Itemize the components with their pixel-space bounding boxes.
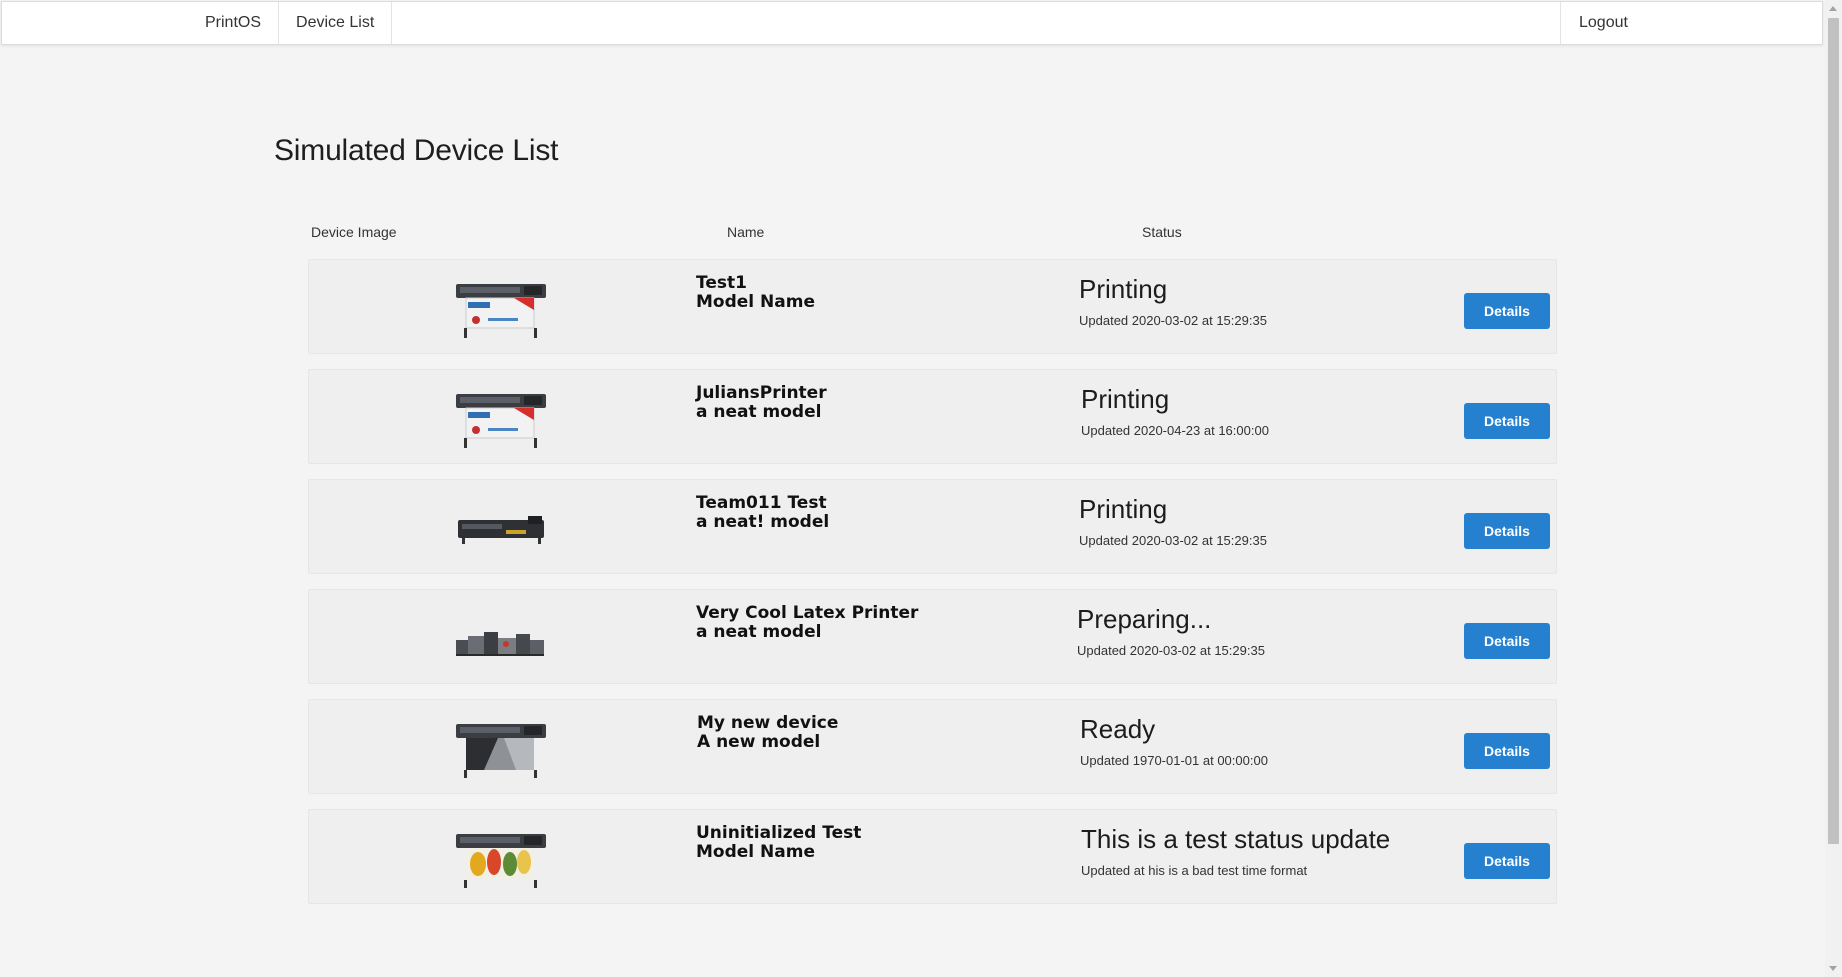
scroll-thumb[interactable] [1828,18,1839,844]
device-name: Test1 [696,273,747,293]
scroll-up-arrow-icon[interactable] [1829,6,1837,11]
device-model: Model Name [696,842,815,862]
status-label: Printing [1079,494,1168,524]
device-status-block: Ready Updated 1970-01-01 at 00:00:00 [1080,713,1268,768]
details-button[interactable]: Details [1464,403,1550,439]
wide-format-printer-banner-icon [456,284,546,338]
device-status-block: Printing Updated 2020-03-02 at 15:29:35 [1079,493,1267,548]
status-label: This is a test status update [1081,824,1391,854]
page-title: Simulated Device List [274,134,559,167]
device-name-block: Test1 Model Name [696,274,815,312]
device-row: My new device A new model Ready Updated … [308,699,1557,794]
status-label: Printing [1081,384,1170,414]
wide-format-printer-banner-icon [456,394,546,448]
device-model: a neat model [696,622,822,642]
vertical-scrollbar[interactable] [1825,0,1842,977]
device-name-block: JuliansPrinter a neat model [696,384,827,422]
details-button[interactable]: Details [1464,843,1550,879]
column-header-name: Name [727,224,765,240]
nav-left: PrintOS Device List [2,2,393,44]
nav-device-list[interactable]: Device List [279,2,393,44]
column-header-device-image: Device Image [311,224,397,240]
device-row: Uninitialized Test Model Name This is a … [308,809,1557,904]
device-name-block: My new device A new model [697,714,838,752]
details-button[interactable]: Details [1464,623,1550,659]
device-list: Test1 Model Name Printing Updated 2020-0… [308,259,1557,919]
status-label: Preparing... [1077,604,1212,634]
status-updated: Updated 2020-03-02 at 15:29:35 [1079,533,1267,548]
device-name: My new device [697,713,839,733]
device-name: Very Cool Latex Printer [696,603,919,623]
column-header-status: Status [1142,224,1182,240]
device-model: Model Name [696,292,815,312]
device-row: Team011 Test a neat! model Printing Upda… [308,479,1557,574]
app-viewport: PrintOS Device List Logout Simulated Dev… [0,0,1842,977]
nav-brand-printos[interactable]: PrintOS [188,2,280,44]
device-name: Uninitialized Test [696,823,862,843]
press-line-icon [456,632,544,656]
device-status-block: Printing Updated 2020-03-02 at 15:29:35 [1079,273,1267,328]
status-label: Printing [1079,274,1168,304]
industrial-printer-icon [458,516,544,544]
details-button[interactable]: Details [1464,293,1550,329]
device-model: A new model [697,732,821,752]
top-navbar: PrintOS Device List Logout [1,1,1823,45]
device-status-block: Printing Updated 2020-04-23 at 16:00:00 [1081,383,1269,438]
scroll-down-arrow-icon[interactable] [1829,966,1837,971]
device-name: JuliansPrinter [696,383,827,403]
large-format-printer-icon [456,724,546,778]
status-updated: Updated 2020-03-02 at 15:29:35 [1077,643,1265,658]
status-updated: Updated 1970-01-01 at 00:00:00 [1080,753,1268,768]
device-name: Team011 Test [696,493,827,513]
details-button[interactable]: Details [1464,733,1550,769]
status-updated: Updated 2020-03-02 at 15:29:35 [1079,313,1267,328]
device-status-block: Preparing... Updated 2020-03-02 at 15:29… [1077,603,1265,658]
device-name-block: Uninitialized Test Model Name [696,824,861,862]
device-status-block: This is a test status update Updated at … [1081,823,1390,878]
color-printer-icon [456,834,546,888]
status-updated: Updated 2020-04-23 at 16:00:00 [1081,423,1269,438]
device-name-block: Team011 Test a neat! model [696,494,829,532]
device-model: a neat model [696,402,822,422]
device-row: Test1 Model Name Printing Updated 2020-0… [308,259,1557,354]
device-name-block: Very Cool Latex Printer a neat model [696,604,918,642]
nav-logout[interactable]: Logout [1560,2,1822,44]
device-model: a neat! model [696,512,830,532]
status-updated: Updated at his is a bad test time format [1081,863,1308,878]
details-button[interactable]: Details [1464,513,1550,549]
device-row: JuliansPrinter a neat model Printing Upd… [308,369,1557,464]
device-row: Very Cool Latex Printer a neat model Pre… [308,589,1557,684]
status-label: Ready [1080,714,1156,744]
